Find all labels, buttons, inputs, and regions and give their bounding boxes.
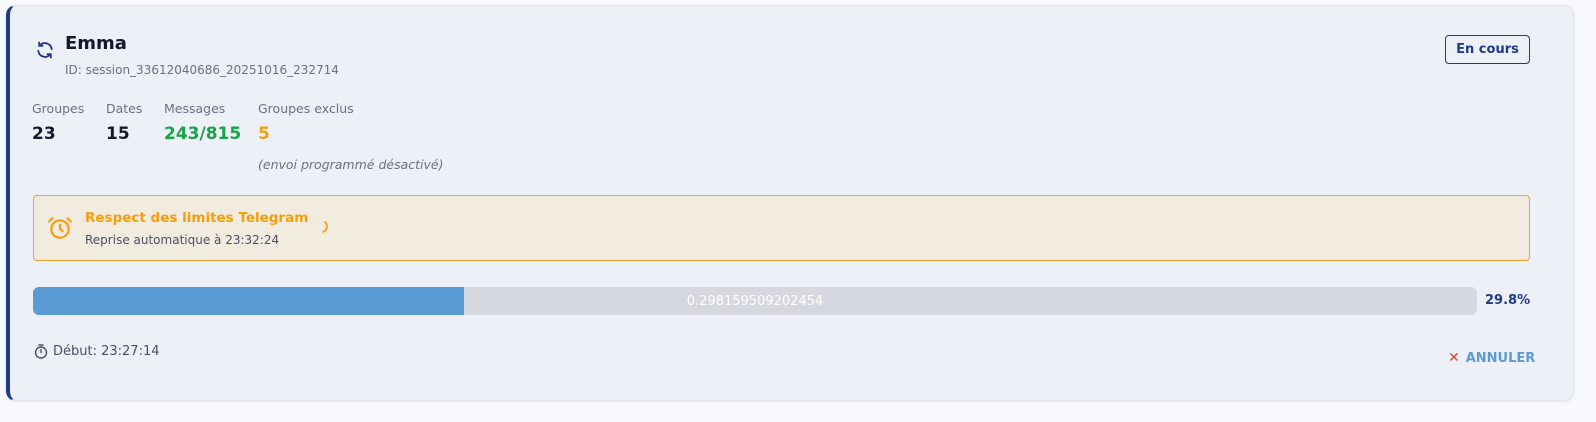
start-time-text: Début: 23:27:14 [53, 344, 160, 359]
start-time: Début: 23:27:14 [34, 344, 160, 359]
cancel-button[interactable]: ✕ ANNULER [1442, 346, 1541, 370]
session-card: Emma ID: session_33612040686_20251016_23… [6, 5, 1574, 401]
stopwatch-icon [34, 344, 48, 359]
stat-messages: Messages 243/815 [164, 101, 241, 144]
session-name: Emma [65, 33, 127, 54]
close-icon: ✕ [1448, 350, 1460, 366]
status-badge: En cours [1445, 35, 1530, 64]
alert-subtitle: Reprise automatique à 23:32:24 [85, 233, 280, 247]
stat-groups: Groupes 23 [32, 101, 84, 144]
stat-messages-label: Messages [164, 101, 226, 116]
stat-dates-label: Dates [106, 101, 143, 116]
cancel-button-label: ANNULER [1465, 350, 1536, 366]
progress-bar: 0.298159509202454 [33, 287, 1477, 315]
stat-groups-value: 23 [32, 124, 56, 144]
sync-icon [37, 41, 53, 59]
alert-title: Respect des limites Telegram [85, 210, 309, 226]
stat-dates: Dates 15 [106, 101, 142, 144]
stat-dates-value: 15 [106, 124, 130, 144]
stat-messages-value: 243/815 [164, 124, 242, 144]
progress-percent: 29.8% [1485, 293, 1531, 308]
stat-excluded-label: Groupes exclus [258, 101, 354, 116]
excluded-note: (envoi programmé désactivé) [258, 157, 444, 172]
progress-value-text: 0.298159509202454 [686, 293, 824, 309]
spinner-icon [322, 221, 328, 233]
alarm-clock-icon [48, 217, 72, 239]
session-id: ID: session_33612040686_20251016_232714 [65, 63, 339, 77]
stat-groups-label: Groupes [32, 101, 85, 116]
stat-excluded-value: 5 [258, 124, 270, 144]
rate-limit-alert: Respect des limites Telegram Reprise aut… [33, 195, 1530, 261]
stat-excluded: Groupes exclus 5 [258, 101, 354, 144]
